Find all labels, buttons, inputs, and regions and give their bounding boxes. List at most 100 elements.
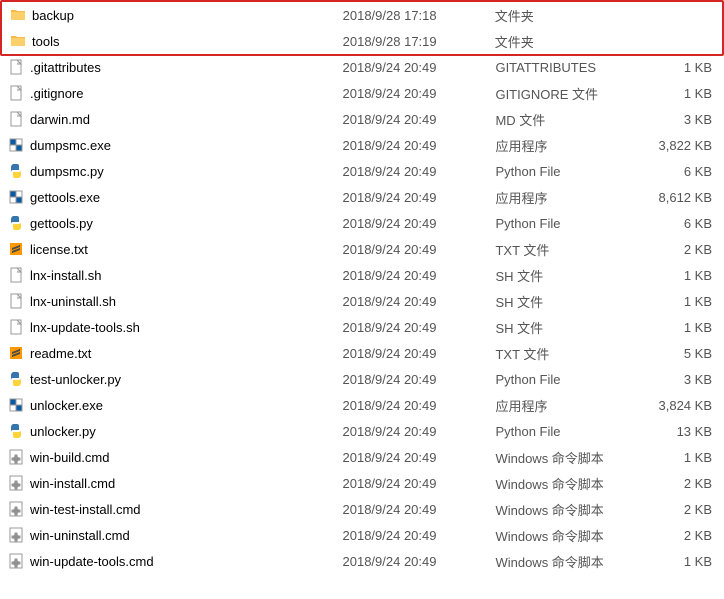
file-date: 2018/9/24 20:49 (337, 340, 490, 366)
file-name: dumpsmc.py (30, 164, 104, 179)
file-size: 1 KB (642, 262, 724, 288)
file-row[interactable]: backup2018/9/28 17:18文件夹 (2, 2, 722, 28)
file-name-cell[interactable]: win-uninstall.cmd (0, 522, 337, 548)
file-name: readme.txt (30, 346, 91, 361)
file-date: 2018/9/24 20:49 (337, 106, 490, 132)
file-row[interactable]: tools2018/9/28 17:19文件夹 (2, 28, 722, 54)
file-name-cell[interactable]: .gitignore (0, 80, 337, 106)
file-date: 2018/9/24 20:49 (337, 80, 490, 106)
file-row[interactable]: gettools.exe2018/9/24 20:49应用程序8,612 KB (0, 184, 724, 210)
file-size: 13 KB (642, 418, 724, 444)
file-name-cell[interactable]: darwin.md (0, 106, 337, 132)
file-name: win-update-tools.cmd (30, 554, 154, 569)
file-icon (8, 59, 24, 75)
folder-icon (10, 7, 26, 23)
highlighted-rows: backup2018/9/28 17:18文件夹 tools2018/9/28 … (0, 0, 724, 56)
file-icon (8, 85, 24, 101)
file-row[interactable]: dumpsmc.exe2018/9/24 20:49应用程序3,822 KB (0, 132, 724, 158)
file-size: 1 KB (642, 54, 724, 80)
file-size (641, 28, 722, 54)
file-type: 文件夹 (489, 28, 641, 54)
file-size: 2 KB (642, 522, 724, 548)
file-name-cell[interactable]: win-update-tools.cmd (0, 548, 337, 574)
file-row[interactable]: win-build.cmd2018/9/24 20:49Windows 命令脚本… (0, 444, 724, 470)
cmd-icon (8, 553, 24, 569)
file-row[interactable]: .gitattributes2018/9/24 20:49GITATTRIBUT… (0, 54, 724, 80)
file-row[interactable]: unlocker.py2018/9/24 20:49Python File13 … (0, 418, 724, 444)
file-name-cell[interactable]: unlocker.exe (0, 392, 337, 418)
cmd-icon (8, 475, 24, 491)
file-name-cell[interactable]: .gitattributes (0, 54, 337, 80)
file-name-cell[interactable]: win-install.cmd (0, 470, 337, 496)
file-row[interactable]: unlocker.exe2018/9/24 20:49应用程序3,824 KB (0, 392, 724, 418)
folder-icon (10, 33, 26, 49)
file-name: backup (32, 8, 74, 23)
file-date: 2018/9/24 20:49 (337, 262, 490, 288)
file-size: 1 KB (642, 444, 724, 470)
file-name-cell[interactable]: gettools.py (0, 210, 337, 236)
file-date: 2018/9/24 20:49 (337, 132, 490, 158)
file-type: Windows 命令脚本 (489, 444, 642, 470)
file-date: 2018/9/24 20:49 (337, 548, 490, 574)
file-name: unlocker.exe (30, 398, 103, 413)
file-row[interactable]: win-update-tools.cmd2018/9/24 20:49Windo… (0, 548, 724, 574)
file-date: 2018/9/24 20:49 (337, 158, 490, 184)
file-row[interactable]: dumpsmc.py2018/9/24 20:49Python File6 KB (0, 158, 724, 184)
sh-icon (8, 267, 24, 283)
file-date: 2018/9/24 20:49 (337, 366, 490, 392)
file-name: test-unlocker.py (30, 372, 121, 387)
file-name-cell[interactable]: lnx-update-tools.sh (0, 314, 337, 340)
file-row[interactable]: license.txt2018/9/24 20:49TXT 文件2 KB (0, 236, 724, 262)
file-date: 2018/9/24 20:49 (337, 210, 490, 236)
file-type: 应用程序 (489, 132, 642, 158)
file-row[interactable]: win-test-install.cmd2018/9/24 20:49Windo… (0, 496, 724, 522)
file-name-cell[interactable]: backup (2, 2, 337, 28)
file-type: MD 文件 (489, 106, 642, 132)
file-date: 2018/9/24 20:49 (337, 288, 490, 314)
file-row[interactable]: win-install.cmd2018/9/24 20:49Windows 命令… (0, 470, 724, 496)
file-size: 2 KB (642, 470, 724, 496)
file-size: 3 KB (642, 366, 724, 392)
file-name: win-uninstall.cmd (30, 528, 130, 543)
file-name: tools (32, 34, 59, 49)
file-date: 2018/9/24 20:49 (337, 184, 490, 210)
file-date: 2018/9/24 20:49 (337, 392, 490, 418)
file-name-cell[interactable]: tools (2, 28, 337, 54)
file-name-cell[interactable]: dumpsmc.py (0, 158, 337, 184)
cmd-icon (8, 449, 24, 465)
exe-icon (8, 397, 24, 413)
file-row[interactable]: darwin.md2018/9/24 20:49MD 文件3 KB (0, 106, 724, 132)
file-name-cell[interactable]: win-test-install.cmd (0, 496, 337, 522)
file-type: Python File (489, 210, 642, 236)
sh-icon (8, 293, 24, 309)
file-row[interactable]: lnx-uninstall.sh2018/9/24 20:49SH 文件1 KB (0, 288, 724, 314)
file-name: lnx-uninstall.sh (30, 294, 116, 309)
file-name-cell[interactable]: test-unlocker.py (0, 366, 337, 392)
file-type: GITIGNORE 文件 (489, 80, 642, 106)
file-name-cell[interactable]: gettools.exe (0, 184, 337, 210)
py-icon (8, 215, 24, 231)
file-name-cell[interactable]: license.txt (0, 236, 337, 262)
file-date: 2018/9/24 20:49 (337, 444, 490, 470)
file-name-cell[interactable]: unlocker.py (0, 418, 337, 444)
exe-icon (8, 137, 24, 153)
file-name: lnx-update-tools.sh (30, 320, 140, 335)
file-row[interactable]: win-uninstall.cmd2018/9/24 20:49Windows … (0, 522, 724, 548)
file-name: gettools.py (30, 216, 93, 231)
file-row[interactable]: readme.txt2018/9/24 20:49TXT 文件5 KB (0, 340, 724, 366)
file-row[interactable]: gettools.py2018/9/24 20:49Python File6 K… (0, 210, 724, 236)
file-name-cell[interactable]: lnx-uninstall.sh (0, 288, 337, 314)
file-name-cell[interactable]: dumpsmc.exe (0, 132, 337, 158)
file-name-cell[interactable]: win-build.cmd (0, 444, 337, 470)
file-row[interactable]: lnx-update-tools.sh2018/9/24 20:49SH 文件1… (0, 314, 724, 340)
file-size: 8,612 KB (642, 184, 724, 210)
file-name: .gitignore (30, 86, 83, 101)
file-row[interactable]: test-unlocker.py2018/9/24 20:49Python Fi… (0, 366, 724, 392)
file-row[interactable]: .gitignore 2018/9/24 20:49GITIGNORE 文件1 K… (0, 80, 724, 106)
file-date: 2018/9/24 20:49 (337, 236, 490, 262)
file-name-cell[interactable]: readme.txt (0, 340, 337, 366)
file-name-cell[interactable]: lnx-install.sh (0, 262, 337, 288)
file-size: 6 KB (642, 158, 724, 184)
file-size: 1 KB (642, 80, 724, 106)
file-row[interactable]: lnx-install.sh2018/9/24 20:49SH 文件1 KB (0, 262, 724, 288)
